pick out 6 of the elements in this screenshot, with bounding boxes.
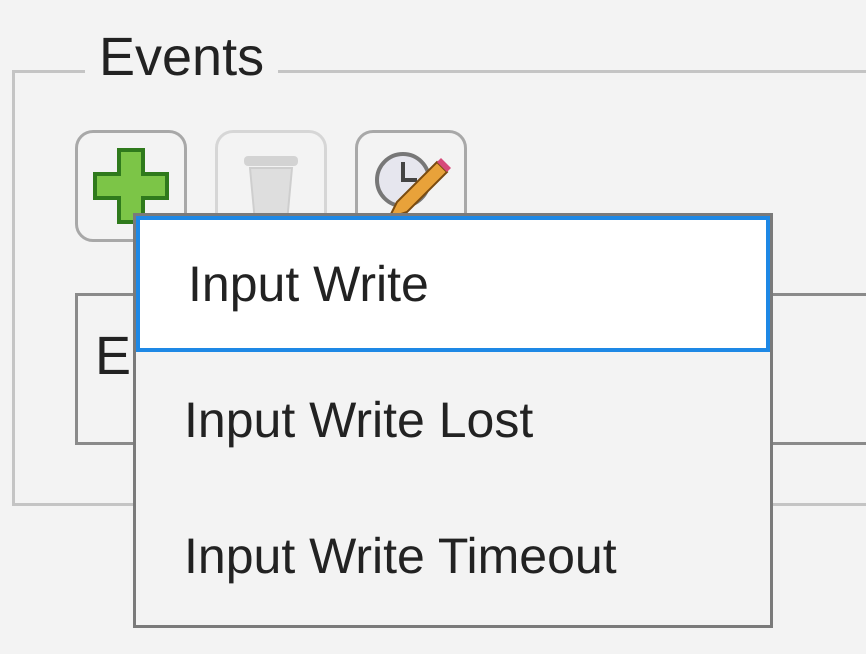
menu-item[interactable]: Input Write Lost	[136, 352, 770, 488]
menu-item[interactable]: Input Write	[136, 216, 770, 352]
list-header: E	[95, 326, 132, 386]
plus-icon	[91, 146, 171, 226]
toolbar-button[interactable]	[75, 130, 187, 242]
menu-item[interactable]: Input Write Timeout	[136, 488, 770, 624]
